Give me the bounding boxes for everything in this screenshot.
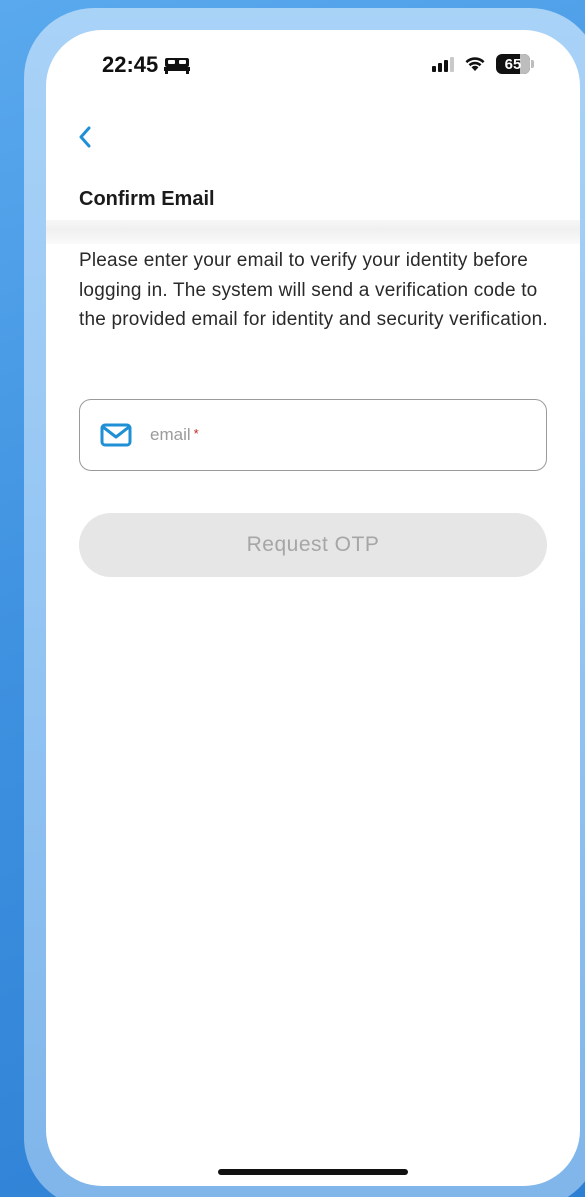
time-text: 22:45 — [102, 52, 159, 77]
required-marker: * — [193, 426, 199, 441]
home-indicator[interactable] — [218, 1169, 408, 1175]
battery-icon: 65 — [496, 54, 534, 74]
bed-icon — [164, 58, 191, 74]
back-button[interactable] — [74, 120, 104, 150]
status-bar-time: 22:45 — [102, 52, 191, 78]
battery-level-text: 65 — [504, 55, 522, 73]
email-field[interactable]: email * — [79, 399, 547, 471]
request-otp-button[interactable]: Request OTP — [79, 513, 547, 577]
chevron-left-icon — [79, 126, 91, 148]
wifi-icon — [465, 57, 485, 71]
phone-screen: 22:45 65 Confirm Email Please enter your… — [46, 30, 580, 1186]
page-title: Confirm Email — [79, 188, 215, 210]
header-divider — [46, 220, 580, 244]
email-placeholder-text: email — [150, 425, 191, 444]
description-text: Please enter your email to verify your i… — [79, 250, 548, 330]
email-placeholder: email * — [150, 425, 199, 445]
cellular-signal-icon — [432, 56, 454, 72]
mail-icon — [100, 423, 132, 447]
status-bar-indicators: 65 — [432, 54, 534, 74]
